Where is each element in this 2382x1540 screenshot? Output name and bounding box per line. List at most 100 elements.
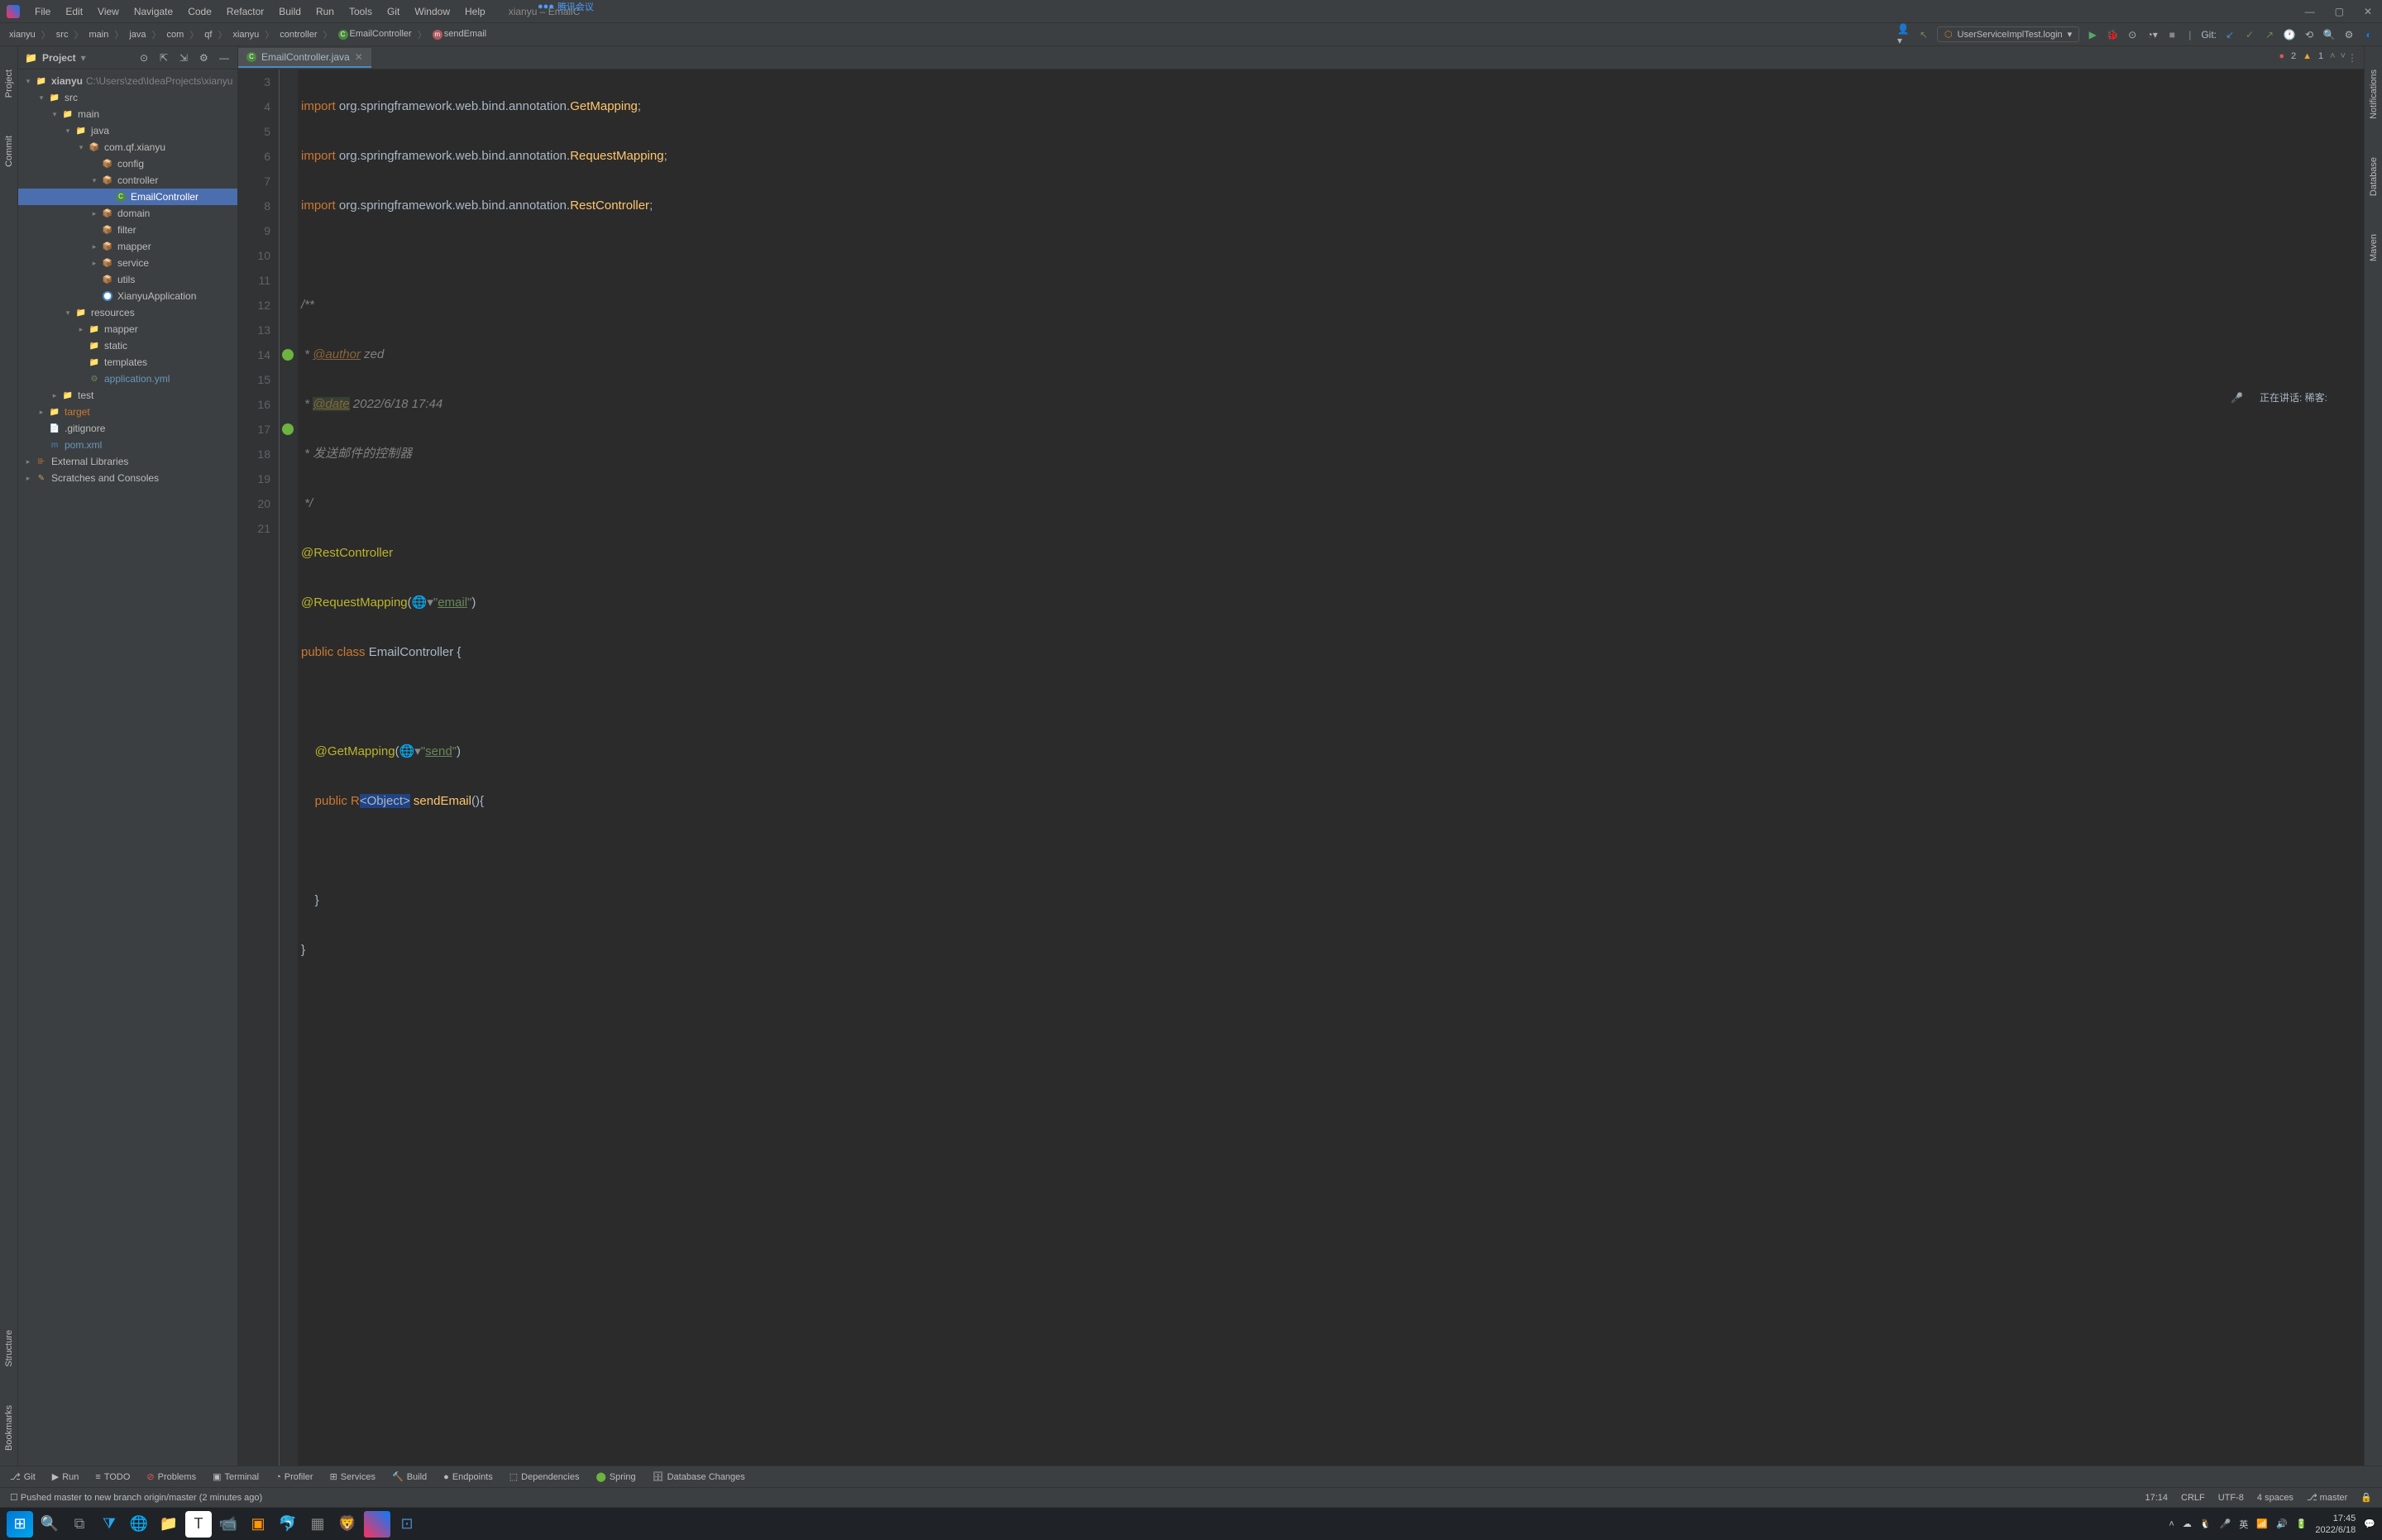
bt-build[interactable]: 🔨 Build	[392, 1471, 427, 1482]
bt-db-changes[interactable]: 🗄 Database Changes	[653, 1471, 745, 1482]
menu-help[interactable]: Help	[458, 4, 492, 19]
bt-services[interactable]: ⊞ Services	[330, 1471, 375, 1482]
tree-pom[interactable]: mpom.xml	[18, 437, 237, 453]
app-icon-2[interactable]: ▦	[304, 1511, 331, 1538]
typora-icon[interactable]: T	[185, 1511, 212, 1538]
menu-git[interactable]: Git	[380, 4, 406, 19]
bc-src[interactable]: src	[54, 29, 71, 41]
bc-qf[interactable]: qf	[202, 29, 214, 41]
bc-xianyu[interactable]: xianyu	[230, 29, 261, 41]
run-config-selector[interactable]: ⬡ UserServiceImplTest.login ▾	[1937, 26, 2079, 42]
bt-run[interactable]: ▶ Run	[52, 1471, 79, 1482]
menu-window[interactable]: Window	[408, 4, 457, 19]
app-icon-3[interactable]: 🦁	[334, 1511, 361, 1538]
git-history-icon[interactable]: 🕐	[2283, 28, 2296, 41]
tree-controller[interactable]: ▾📦controller	[18, 172, 237, 189]
intellij-icon[interactable]	[364, 1511, 390, 1538]
spring-bean-icon[interactable]	[281, 423, 294, 436]
prev-highlight-icon[interactable]: ˄	[2330, 51, 2335, 61]
tree-utils[interactable]: 📦utils	[18, 271, 237, 288]
explorer-icon[interactable]: 📁	[155, 1511, 182, 1538]
bc-controller[interactable]: controller	[277, 29, 319, 41]
bc-java[interactable]: java	[127, 29, 148, 41]
back-nav-icon[interactable]: ↖	[1917, 28, 1930, 41]
tree-src[interactable]: ▾📁src	[18, 89, 237, 106]
rail-bookmarks[interactable]: Bookmarks	[4, 1399, 14, 1457]
collapse-all-icon[interactable]: ⇲	[179, 52, 191, 64]
tray-chevron-icon[interactable]: ˄	[2169, 1519, 2174, 1529]
search-taskbar-icon[interactable]: 🔍	[36, 1511, 63, 1538]
next-highlight-icon[interactable]: ˅	[2341, 51, 2346, 61]
file-encoding[interactable]: UTF-8	[2218, 1493, 2244, 1503]
menu-code[interactable]: Code	[181, 4, 218, 19]
panel-settings-icon[interactable]: ⚙	[199, 52, 211, 64]
tree-root[interactable]: ▾📁xianyuC:\Users\zed\IdeaProjects\xianyu	[18, 73, 237, 89]
panel-dropdown-icon[interactable]: ▾	[81, 52, 86, 64]
tray-qq-icon[interactable]: 🐧	[2200, 1518, 2212, 1529]
minimize-button[interactable]: —	[2302, 6, 2318, 17]
tree-java[interactable]: ▾📁java	[18, 122, 237, 139]
spring-bean-icon[interactable]	[281, 348, 294, 361]
vscode-icon[interactable]: ⧩	[96, 1511, 122, 1538]
tree-test[interactable]: ▸📁test	[18, 387, 237, 404]
stop-button[interactable]: ■	[2165, 28, 2179, 41]
tree-static[interactable]: 📁static	[18, 337, 237, 354]
tree-package[interactable]: ▾📦com.qf.xianyu	[18, 139, 237, 155]
project-tree[interactable]: ▾📁xianyuC:\Users\zed\IdeaProjects\xianyu…	[18, 69, 237, 1466]
git-push-icon[interactable]: ↗	[2263, 28, 2276, 41]
add-user-icon[interactable]: 👤▾	[1897, 28, 1911, 41]
tencent-meeting-icon[interactable]: 📹	[215, 1511, 242, 1538]
hide-panel-icon[interactable]: —	[219, 52, 231, 64]
settings-icon[interactable]: ⚙	[2342, 28, 2356, 41]
bt-todo[interactable]: ≡ TODO	[95, 1472, 130, 1482]
run-button[interactable]: ▶	[2086, 28, 2099, 41]
rail-structure[interactable]: Structure	[4, 1323, 14, 1374]
rail-database[interactable]: Database	[2369, 151, 2379, 203]
menu-build[interactable]: Build	[272, 4, 308, 19]
bt-profiler[interactable]: ◔ Profiler	[275, 1472, 313, 1482]
menu-run[interactable]: Run	[309, 4, 341, 19]
tab-email-controller[interactable]: C EmailController.java ✕	[238, 48, 371, 68]
tree-filter[interactable]: 📦filter	[18, 222, 237, 238]
lock-icon[interactable]: 🔒	[2360, 1492, 2372, 1503]
tray-volume-icon[interactable]: 🔊	[2276, 1518, 2288, 1529]
debug-button[interactable]: 🐞	[2106, 28, 2119, 41]
tree-xianyu-app[interactable]: ⬤XianyuApplication	[18, 288, 237, 304]
bc-project[interactable]: xianyu	[7, 29, 38, 41]
profile-button[interactable]: ◔▾	[2145, 28, 2159, 41]
tree-gitignore[interactable]: 📄.gitignore	[18, 420, 237, 437]
tab-close-icon[interactable]: ✕	[355, 51, 363, 63]
tree-target[interactable]: ▸📁target	[18, 404, 237, 420]
bc-class[interactable]: CEmailController	[336, 28, 414, 40]
tree-ext-libs[interactable]: ▸⊪External Libraries	[18, 453, 237, 470]
rail-notifications[interactable]: Notifications	[2369, 63, 2379, 126]
git-rollback-icon[interactable]: ⟲	[2303, 28, 2316, 41]
taskbar-clock[interactable]: 17:45 2022/6/18	[2315, 1513, 2356, 1536]
notifications-tray-icon[interactable]: 💬	[2364, 1518, 2375, 1529]
meeting-speaking-overlay[interactable]: 🎤 正在讲话: 稀客:	[2219, 385, 2339, 409]
bt-spring[interactable]: ⬤ Spring	[596, 1471, 636, 1482]
tray-battery-icon[interactable]: 🔋	[2296, 1518, 2308, 1529]
inspection-widget[interactable]: ●2 ▲1 ˄˅	[2279, 51, 2346, 61]
bt-dependencies[interactable]: ⬚ Dependencies	[509, 1471, 580, 1482]
rail-project[interactable]: Project	[4, 63, 14, 104]
plugin-icon[interactable]: ◐	[2362, 28, 2375, 41]
search-icon[interactable]: 🔍	[2322, 28, 2336, 41]
git-branch[interactable]: ⎇ master	[2307, 1492, 2347, 1503]
menu-view[interactable]: View	[91, 4, 126, 19]
rail-commit[interactable]: Commit	[4, 129, 14, 174]
tree-domain[interactable]: ▸📦domain	[18, 205, 237, 222]
menu-navigate[interactable]: Navigate	[127, 4, 179, 19]
bt-terminal[interactable]: ▣ Terminal	[213, 1471, 259, 1482]
tree-resources[interactable]: ▾📁resources	[18, 304, 237, 321]
menu-tools[interactable]: Tools	[342, 4, 379, 19]
bc-com[interactable]: com	[165, 29, 187, 41]
rail-maven[interactable]: Maven	[2369, 227, 2379, 268]
cursor-position[interactable]: 17:14	[2145, 1493, 2168, 1503]
bt-endpoints[interactable]: ● Endpoints	[443, 1472, 493, 1482]
menu-edit[interactable]: Edit	[59, 4, 89, 19]
app-icon-4[interactable]: ⊡	[394, 1511, 420, 1538]
code-editor[interactable]: 3456789101112131415161718192021 import o…	[238, 69, 2364, 1466]
tree-scratches[interactable]: ▸✎Scratches and Consoles	[18, 470, 237, 486]
tray-ime[interactable]: 英	[2239, 1518, 2248, 1531]
